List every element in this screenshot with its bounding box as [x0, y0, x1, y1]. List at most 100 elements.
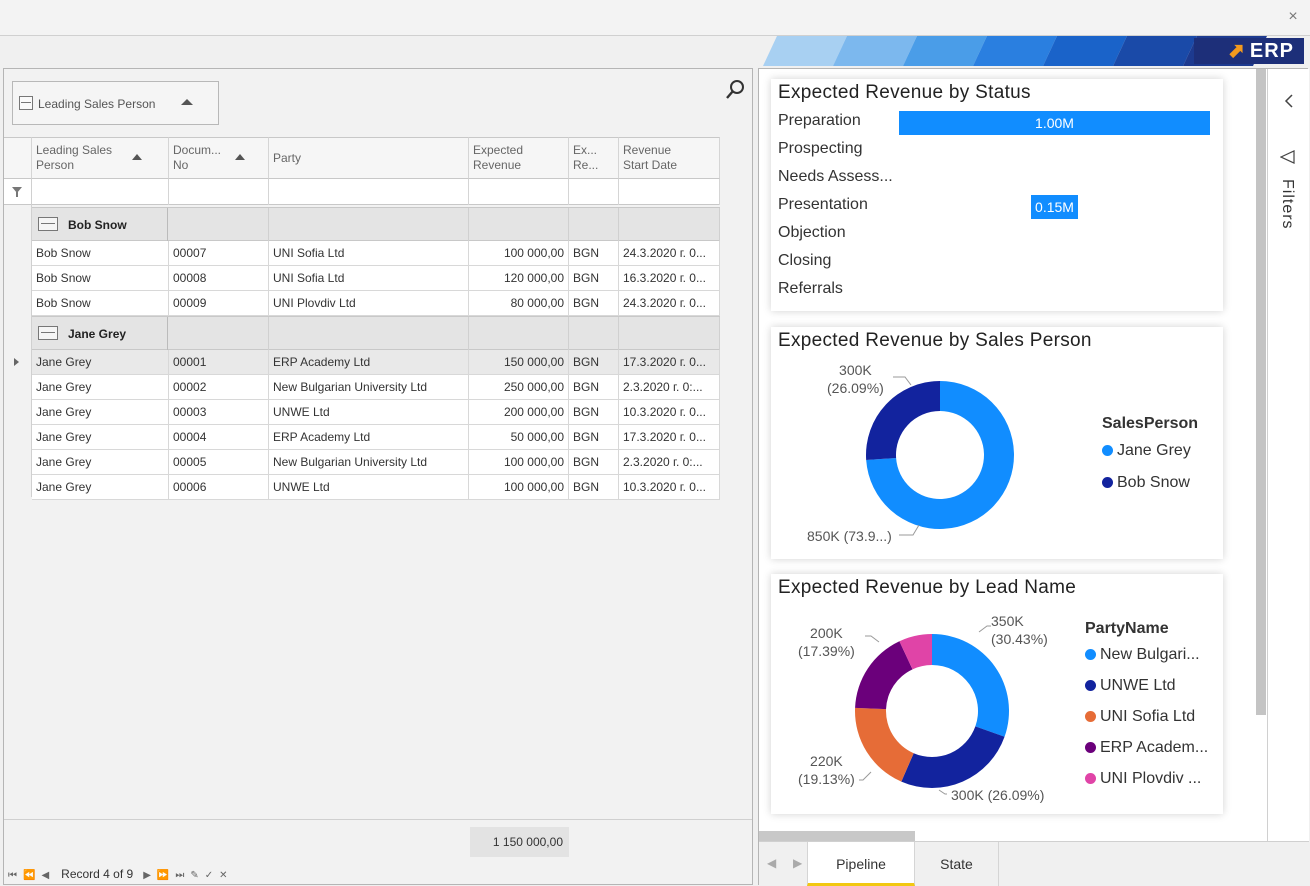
legend-item[interactable]: ERP Academ... [1085, 739, 1208, 757]
cell-date[interactable]: 24.3.2020 г. 0... [619, 241, 720, 265]
next-tab-icon[interactable]: ▶ [793, 856, 802, 870]
cell-date[interactable]: 10.3.2020 г. 0... [619, 475, 720, 499]
donut-slice[interactable] [855, 641, 913, 710]
table-row[interactable]: Jane Grey 00004 ERP Academy Ltd 50 000,00 BG… [32, 425, 720, 450]
column-header-expected-revenue[interactable]: Expected Revenue [469, 137, 569, 179]
collapse-group-icon[interactable] [38, 326, 58, 340]
cell-person[interactable]: Jane Grey [32, 375, 169, 399]
table-row[interactable]: Jane Grey 00002 New Bulgarian University L… [32, 375, 720, 400]
cell-party[interactable]: UNI Plovdiv Ltd [269, 291, 469, 315]
cell-person[interactable]: Jane Grey [32, 450, 169, 474]
table-row[interactable]: Jane Grey 00006 UNWE Ltd 100 000,00 BGN 10.3.… [32, 475, 720, 500]
cell-doc[interactable]: 00005 [169, 450, 269, 474]
donut-slice[interactable] [855, 707, 914, 782]
legend-item[interactable]: New Bulgari... [1085, 646, 1200, 664]
filters-pane[interactable]: Filters [1267, 69, 1309, 841]
cell-revenue[interactable]: 120 000,00 [469, 266, 569, 290]
cell-party[interactable]: New Bulgarian University Ltd [269, 375, 469, 399]
legend-item[interactable]: Jane Grey [1102, 442, 1191, 460]
filter-cell[interactable] [32, 179, 169, 205]
cell-date[interactable]: 2.3.2020 г. 0:... [619, 375, 720, 399]
status-bar[interactable]: 1.00M [899, 111, 1210, 135]
cell-person[interactable]: Jane Grey [32, 350, 169, 374]
cell-cur[interactable]: BGN [569, 350, 619, 374]
cell-party[interactable]: ERP Academy Ltd [269, 350, 469, 374]
vertical-scrollbar[interactable] [1256, 69, 1266, 715]
column-header-currency[interactable]: Ex... Re... [569, 137, 619, 179]
column-header-leading-sales-person[interactable]: Leading Sales Person [32, 137, 169, 179]
cell-party[interactable]: ERP Academy Ltd [269, 425, 469, 449]
cell-revenue[interactable]: 100 000,00 [469, 475, 569, 499]
table-row[interactable]: Jane Grey 00003 UNWE Ltd 200 000,00 BGN 10.3.… [32, 400, 720, 425]
cell-date[interactable]: 24.3.2020 г. 0... [619, 291, 720, 315]
cell-party[interactable]: UNI Sofia Ltd [269, 241, 469, 265]
leadname-chart-card[interactable]: Expected Revenue by Lead Name 350K (30.43… [771, 574, 1223, 814]
legend-item[interactable]: UNWE Ltd [1085, 677, 1176, 695]
status-chart-card[interactable]: Expected Revenue by Status Preparation Pr… [771, 79, 1223, 311]
accept-icon[interactable]: ✓ [205, 870, 213, 881]
cell-date[interactable]: 16.3.2020 г. 0... [619, 266, 720, 290]
cell-person[interactable]: Jane Grey [32, 425, 169, 449]
search-icon[interactable] [724, 79, 746, 101]
first-record-icon[interactable]: ⏮ [8, 870, 17, 881]
cell-person[interactable]: Jane Grey [32, 400, 169, 424]
cell-person[interactable]: Bob Snow [32, 266, 169, 290]
cell-cur[interactable]: BGN [569, 450, 619, 474]
tab-state[interactable]: State [915, 842, 999, 886]
chevron-left-icon[interactable] [1282, 91, 1296, 111]
cell-person[interactable]: Bob Snow [32, 241, 169, 265]
cell-party[interactable]: UNI Sofia Ltd [269, 266, 469, 290]
column-header-document-no[interactable]: Docum... No [169, 137, 269, 179]
status-bar[interactable]: 0.15M [1031, 195, 1078, 219]
edit-icon[interactable]: ✎ [190, 870, 198, 881]
filter-cell[interactable] [619, 179, 720, 205]
prev-record-icon[interactable]: ◀ [41, 870, 49, 881]
cell-doc[interactable]: 00008 [169, 266, 269, 290]
cell-revenue[interactable]: 100 000,00 [469, 241, 569, 265]
cell-doc[interactable]: 00009 [169, 291, 269, 315]
collapse-group-icon[interactable] [38, 217, 58, 231]
group-row[interactable]: Bob Snow [32, 207, 720, 241]
filter-cell[interactable] [469, 179, 569, 205]
cell-cur[interactable]: BGN [569, 475, 619, 499]
filter-cell[interactable] [269, 179, 469, 205]
cell-person[interactable]: Bob Snow [32, 291, 169, 315]
table-row[interactable]: Bob Snow 00008 UNI Sofia Ltd 120 000,00 BGN 1… [32, 266, 720, 291]
cell-revenue[interactable]: 150 000,00 [469, 350, 569, 374]
cell-doc[interactable]: 00003 [169, 400, 269, 424]
cell-date[interactable]: 17.3.2020 г. 0... [619, 350, 720, 374]
legend-item[interactable]: UNI Sofia Ltd [1085, 708, 1195, 726]
cell-cur[interactable]: BGN [569, 266, 619, 290]
donut-slice[interactable] [901, 726, 1005, 788]
cell-cur[interactable]: BGN [569, 425, 619, 449]
cell-doc[interactable]: 00006 [169, 475, 269, 499]
tab-pipeline[interactable]: Pipeline [807, 842, 915, 886]
column-header-revenue-start-date[interactable]: Revenue Start Date [619, 137, 720, 179]
cell-doc[interactable]: 00001 [169, 350, 269, 374]
legend-item[interactable]: UNI Plovdiv ... [1085, 770, 1201, 788]
table-row[interactable]: Jane Grey 00001 ERP Academy Ltd 150 000,00 B… [32, 350, 720, 375]
donut-slice[interactable] [932, 634, 1009, 737]
prev-tab-icon[interactable]: ◀ [767, 856, 776, 870]
next-page-icon[interactable]: ⏩ [157, 870, 169, 881]
legend-item[interactable]: Bob Snow [1102, 474, 1190, 492]
cell-cur[interactable]: BGN [569, 375, 619, 399]
cell-revenue[interactable]: 200 000,00 [469, 400, 569, 424]
cell-cur[interactable]: BGN [569, 400, 619, 424]
filter-row[interactable] [4, 179, 720, 205]
cancel-icon[interactable]: ✕ [219, 870, 227, 881]
cell-cur[interactable]: BGN [569, 291, 619, 315]
next-record-icon[interactable]: ▶ [143, 870, 151, 881]
cell-doc[interactable]: 00004 [169, 425, 269, 449]
cell-revenue[interactable]: 50 000,00 [469, 425, 569, 449]
cell-revenue[interactable]: 250 000,00 [469, 375, 569, 399]
cell-doc[interactable]: 00007 [169, 241, 269, 265]
filter-cell[interactable] [169, 179, 269, 205]
group-by-panel[interactable]: Leading Sales Person [12, 81, 219, 125]
table-row[interactable]: Bob Snow 00009 UNI Plovdiv Ltd 80 000,00 BGN… [32, 291, 720, 316]
cell-date[interactable]: 17.3.2020 г. 0... [619, 425, 720, 449]
cell-date[interactable]: 2.3.2020 г. 0:... [619, 450, 720, 474]
close-icon[interactable]: × [1284, 8, 1302, 26]
cell-person[interactable]: Jane Grey [32, 475, 169, 499]
cell-party[interactable]: UNWE Ltd [269, 400, 469, 424]
